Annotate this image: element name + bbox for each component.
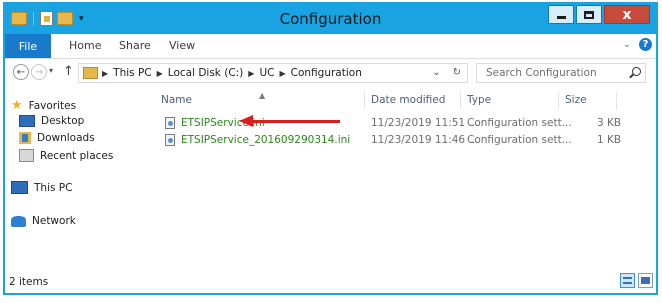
column-header-name-label: Name bbox=[161, 94, 192, 106]
minimize-button[interactable] bbox=[548, 5, 574, 24]
tab-view[interactable]: View bbox=[169, 39, 195, 52]
nav-network[interactable]: Network bbox=[11, 215, 76, 227]
column-header-date[interactable]: Date modified bbox=[365, 92, 461, 110]
view-toggle bbox=[620, 273, 653, 288]
breadcrumb-local-disk[interactable]: Local Disk (C:) bbox=[168, 67, 244, 79]
search-placeholder: Search Configuration bbox=[486, 67, 597, 79]
chevron-right-icon[interactable]: ▶ bbox=[279, 69, 285, 78]
nav-this-pc[interactable]: This PC bbox=[11, 181, 72, 194]
address-actions: ⌄ ↻ bbox=[432, 67, 461, 78]
details-view-icon bbox=[623, 277, 632, 284]
nav-this-pc-label: This PC bbox=[34, 181, 73, 194]
file-type: Configuration sett... bbox=[467, 117, 572, 129]
downloads-icon bbox=[19, 132, 31, 144]
refresh-icon[interactable]: ↻ bbox=[453, 67, 461, 78]
nav-recent-places-label: Recent places bbox=[40, 149, 114, 162]
nav-desktop[interactable]: Desktop bbox=[19, 115, 84, 127]
tab-share[interactable]: Share bbox=[119, 39, 151, 52]
close-button[interactable]: x bbox=[604, 5, 650, 24]
large-icons-view-button[interactable] bbox=[638, 273, 653, 288]
file-size: 1 KB bbox=[597, 134, 622, 146]
ribbon-tabs: File Home Share View ⌄ ? bbox=[5, 34, 656, 59]
nav-downloads[interactable]: Downloads bbox=[19, 132, 95, 144]
navigation-pane: ★ Favorites Desktop Downloads Recent pla… bbox=[5, 89, 153, 271]
maximize-button[interactable] bbox=[576, 5, 602, 24]
window-body: File Home Share View ⌄ ? ← → ▾ ↑ ▶ This … bbox=[5, 34, 656, 293]
forward-button[interactable]: → bbox=[31, 64, 47, 80]
file-row[interactable]: ETSIPService_201609290314.ini 11/23/2019… bbox=[155, 132, 656, 149]
back-button[interactable]: ← bbox=[13, 64, 29, 80]
column-header-type[interactable]: Type bbox=[461, 92, 559, 110]
nav-desktop-label: Desktop bbox=[41, 115, 85, 127]
title-bar[interactable]: ▾ Configuration x bbox=[5, 4, 656, 34]
column-header-name[interactable]: Name ▲ bbox=[155, 91, 365, 110]
file-list: Name ▲ Date modified Type Size ETSIPServ… bbox=[155, 89, 656, 271]
help-icon[interactable]: ? bbox=[639, 38, 652, 51]
nav-favorites[interactable]: ★ Favorites bbox=[11, 99, 76, 112]
maximize-icon bbox=[584, 10, 594, 19]
tab-home[interactable]: Home bbox=[69, 39, 101, 52]
address-dropdown-icon[interactable]: ⌄ bbox=[432, 67, 440, 78]
nav-favorites-label: Favorites bbox=[28, 99, 77, 112]
annotation-arrow-head bbox=[239, 115, 253, 127]
folder-icon bbox=[83, 67, 98, 79]
ribbon-right-controls: ⌄ ? bbox=[623, 38, 652, 51]
column-header-size[interactable]: Size bbox=[559, 92, 617, 110]
details-view-button[interactable] bbox=[620, 273, 635, 288]
file-name: ETSIPService_201609290314.ini bbox=[181, 134, 351, 146]
breadcrumb-this-pc[interactable]: This PC bbox=[113, 67, 151, 79]
address-row: ← → ▾ ↑ ▶ This PC ▶ Local Disk (C:) ▶ UC… bbox=[5, 59, 656, 87]
file-date-modified: 11/23/2019 11:46 ... bbox=[371, 134, 479, 146]
chevron-right-icon[interactable]: ▶ bbox=[102, 69, 108, 78]
minimize-icon bbox=[556, 16, 566, 19]
recent-places-icon bbox=[19, 149, 34, 162]
sort-ascending-icon: ▲ bbox=[259, 91, 266, 100]
file-size: 3 KB bbox=[597, 117, 622, 129]
status-item-count: 2 items bbox=[9, 276, 49, 288]
tab-file[interactable]: File bbox=[5, 34, 51, 58]
breadcrumb: ▶ This PC ▶ Local Disk (C:) ▶ UC ▶ Confi… bbox=[102, 67, 362, 79]
column-header-row: Name ▲ Date modified Type Size bbox=[155, 89, 656, 111]
search-icon[interactable] bbox=[632, 67, 641, 76]
chevron-right-icon[interactable]: ▶ bbox=[248, 69, 254, 78]
explorer-window: ▾ Configuration x File Home Share View ⌄… bbox=[3, 2, 658, 295]
breadcrumb-uc[interactable]: UC bbox=[259, 67, 274, 79]
up-button[interactable]: ↑ bbox=[63, 64, 74, 79]
annotation-arrow bbox=[252, 120, 340, 123]
chevron-right-icon[interactable]: ▶ bbox=[157, 69, 163, 78]
nav-downloads-label: Downloads bbox=[37, 132, 95, 144]
file-type: Configuration sett... bbox=[467, 134, 572, 146]
search-input[interactable]: Search Configuration bbox=[476, 63, 646, 83]
config-file-icon bbox=[165, 117, 175, 129]
address-bar[interactable]: ▶ This PC ▶ Local Disk (C:) ▶ UC ▶ Confi… bbox=[78, 63, 468, 83]
star-icon: ★ bbox=[11, 98, 23, 113]
breadcrumb-configuration[interactable]: Configuration bbox=[291, 67, 362, 79]
config-file-icon bbox=[165, 134, 175, 146]
file-date-modified: 11/23/2019 11:51 ... bbox=[371, 117, 479, 129]
recent-locations-icon[interactable]: ▾ bbox=[49, 66, 53, 75]
large-icons-view-icon bbox=[641, 277, 650, 284]
status-bar: 2 items bbox=[5, 271, 656, 293]
network-icon bbox=[11, 215, 26, 227]
nav-recent-places[interactable]: Recent places bbox=[19, 149, 113, 162]
expand-ribbon-icon[interactable]: ⌄ bbox=[623, 39, 631, 50]
file-row[interactable]: ETSIPService.ini 11/23/2019 11:51 ... Co… bbox=[155, 115, 656, 132]
nav-network-label: Network bbox=[32, 215, 76, 227]
window-controls: x bbox=[548, 5, 650, 24]
desktop-icon bbox=[19, 115, 35, 127]
computer-icon bbox=[11, 181, 28, 194]
